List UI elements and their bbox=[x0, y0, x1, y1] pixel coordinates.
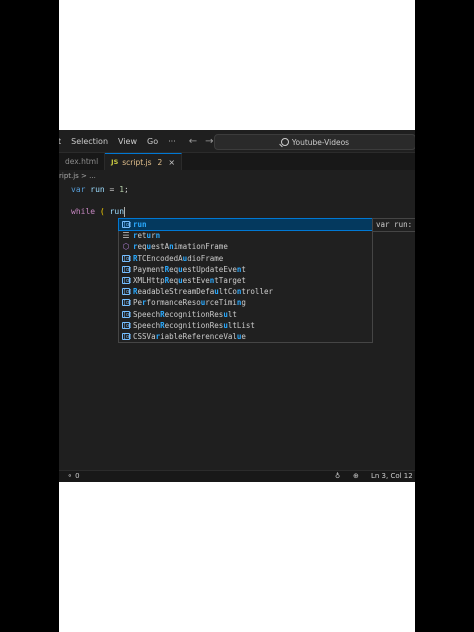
suggestion-label: SpeechRecognitionResultList bbox=[133, 320, 255, 330]
suggestion-item[interactable]: [ɑ] PerformanceResourceTiming bbox=[119, 297, 372, 308]
suggestion-label: requestAnimationFrame bbox=[133, 242, 228, 252]
suggestion-label: return bbox=[133, 231, 161, 241]
suggestion-widget: [ɑ] run ☰ return ⬡ requestAnimationFrame [ɑ] RT… bbox=[118, 217, 373, 343]
title-bar: t Selection View Go ··· ← → Youtube-Vide… bbox=[59, 130, 415, 153]
menu-view[interactable]: View bbox=[113, 137, 142, 146]
tab-label: dex.html bbox=[65, 157, 99, 166]
method-icon: ⬡ bbox=[122, 242, 130, 252]
suggestion-label: RTCEncodedAudioFrame bbox=[133, 253, 224, 263]
tab-index-html[interactable]: dex.html bbox=[59, 153, 106, 170]
variable-icon: [ɑ] bbox=[122, 310, 133, 318]
variable-icon: [ɑ] bbox=[122, 265, 133, 273]
code-line-1: var run = 1; bbox=[71, 185, 129, 194]
tab-script-js[interactable]: JS script.js 2 × bbox=[105, 153, 183, 170]
cursor-position[interactable]: Ln 3, Col 12 bbox=[371, 472, 413, 480]
variable-icon: [ɑ] bbox=[122, 221, 133, 229]
suggestion-item[interactable]: [ɑ] XMLHttpRequestEventTarget bbox=[119, 275, 372, 286]
suggestion-item[interactable]: [ɑ] PaymentRequestUpdateEvent bbox=[119, 264, 372, 275]
variable-icon: [ɑ] bbox=[122, 288, 133, 296]
problem-count-badge: 2 bbox=[157, 157, 163, 167]
suggestion-item[interactable]: [ɑ] RTCEncodedAudioFrame bbox=[119, 253, 372, 264]
suggestion-label: PerformanceResourceTiming bbox=[133, 298, 246, 308]
search-icon bbox=[280, 138, 289, 146]
variable-icon: [ɑ] bbox=[122, 321, 133, 329]
vscode-window: t Selection View Go ··· ← → Youtube-Vide… bbox=[59, 130, 415, 482]
suggestion-label: XMLHttpRequestEventTarget bbox=[133, 275, 246, 285]
menu-more-icon[interactable]: ··· bbox=[163, 137, 181, 146]
close-icon[interactable]: × bbox=[168, 158, 175, 167]
tab-label: script.js bbox=[122, 157, 152, 167]
variable-icon: [ɑ] bbox=[122, 277, 133, 285]
suggestion-label: PaymentRequestUpdateEvent bbox=[133, 264, 246, 274]
zoom-icon[interactable]: ⊕ bbox=[353, 472, 359, 480]
tab-bar: dex.html JS script.js 2 × bbox=[59, 153, 415, 170]
menu-go[interactable]: Go bbox=[142, 137, 163, 146]
status-bar: ⚬ 0 ♁ ⊕ Ln 3, Col 12 bbox=[59, 470, 415, 482]
js-file-icon: JS bbox=[111, 158, 119, 166]
menu-terminal[interactable]: t bbox=[59, 137, 66, 146]
suggestion-label: run bbox=[133, 220, 147, 229]
ports-indicator[interactable]: ⚬ 0 bbox=[67, 472, 80, 480]
suggestion-item[interactable]: [ɑ] SpeechRecognitionResultList bbox=[119, 320, 372, 331]
suggestion-label: ReadableStreamDefaultController bbox=[133, 287, 273, 297]
video-frame: t Selection View Go ··· ← → Youtube-Vide… bbox=[59, 0, 415, 632]
code-line-3: while ( run bbox=[71, 206, 126, 217]
suggestion-item[interactable]: ⬡ requestAnimationFrame bbox=[119, 241, 372, 252]
suggestion-item[interactable]: [ɑ] SpeechRecognitionResult bbox=[119, 309, 372, 320]
suggestion-label: CSSVariableReferenceValue bbox=[133, 331, 246, 341]
command-center[interactable]: Youtube-Videos bbox=[214, 134, 415, 150]
suggestion-item[interactable]: ☰ return bbox=[119, 230, 372, 241]
suggestion-label: SpeechRecognitionResult bbox=[133, 309, 237, 319]
variable-icon: [ɑ] bbox=[122, 332, 133, 340]
suggestion-detail: var run: bbox=[372, 218, 415, 232]
suggestion-item[interactable]: [ɑ] ReadableStreamDefaultController bbox=[119, 286, 372, 297]
variable-icon: [ɑ] bbox=[122, 299, 133, 307]
breadcrumb[interactable]: ript.js > ... bbox=[59, 172, 96, 184]
text-cursor bbox=[124, 206, 126, 217]
copilot-icon[interactable]: ♁ bbox=[335, 472, 340, 480]
keyword-icon: ☰ bbox=[122, 231, 130, 241]
back-arrow-icon[interactable]: ← bbox=[189, 136, 197, 147]
suggestion-item[interactable]: [ɑ] run bbox=[118, 217, 373, 232]
workspace-name: Youtube-Videos bbox=[291, 137, 350, 147]
forward-arrow-icon[interactable]: → bbox=[205, 136, 213, 147]
variable-icon: [ɑ] bbox=[122, 254, 133, 262]
menu-selection[interactable]: Selection bbox=[66, 137, 113, 146]
suggestion-item[interactable]: [ɑ] CSSVariableReferenceValue bbox=[119, 331, 372, 342]
